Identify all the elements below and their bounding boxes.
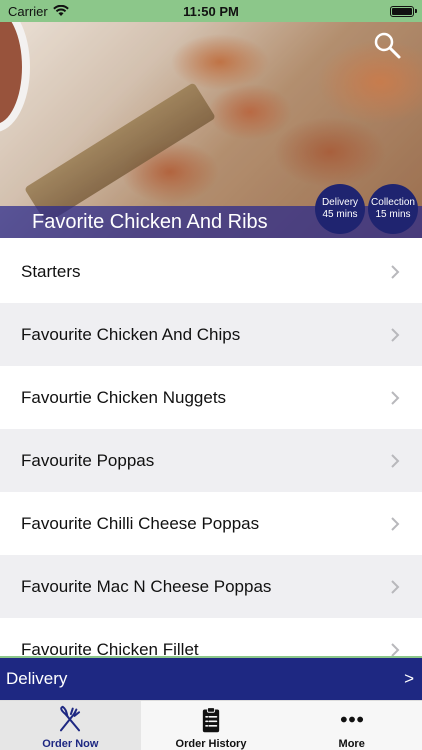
more-dots-icon: [340, 716, 363, 723]
chevron-right-icon: [391, 642, 400, 656]
chevron-right-icon: [391, 516, 400, 531]
menu-category-list: Starters Favourite Chicken And Chips Fav…: [0, 240, 422, 656]
clipboard-icon: [202, 707, 220, 733]
restaurant-hero-image: Favorite Chicken And Ribs Delivery 45 mi…: [0, 22, 422, 238]
menu-category-label: Favourtie Chicken Nuggets: [21, 387, 227, 407]
delivery-time-badge: Delivery 45 mins: [315, 184, 365, 234]
search-icon[interactable]: [372, 30, 402, 60]
chevron-right-icon: [391, 579, 400, 594]
menu-category-item[interactable]: Favourite Chicken And Chips: [0, 303, 422, 366]
menu-category-label: Favourite Chicken And Chips: [21, 324, 241, 344]
tab-more-label: More: [338, 738, 365, 750]
status-bar: Carrier 11:50 PM: [0, 0, 422, 22]
restaurant-name: Favorite Chicken And Ribs: [32, 210, 268, 233]
menu-category-item[interactable]: Favourite Poppas: [0, 429, 422, 492]
tab-order-now[interactable]: Order Now: [0, 701, 141, 750]
chevron-right-icon: [391, 264, 400, 279]
status-left: Carrier: [8, 4, 69, 19]
battery-icon: [390, 5, 417, 17]
delivery-mode-arrow: >: [404, 669, 414, 688]
menu-category-item[interactable]: Favourtie Chicken Nuggets: [0, 366, 422, 429]
delivery-mode-label: Delivery: [6, 669, 68, 688]
menu-category-label: Favourite Mac N Cheese Poppas: [21, 576, 272, 596]
menu-category-item[interactable]: Favourite Mac N Cheese Poppas: [0, 555, 422, 618]
delivery-badge-time: 45 mins: [322, 209, 358, 220]
menu-category-item[interactable]: Favourite Chicken Fillet: [0, 618, 422, 656]
delivery-mode-bar[interactable]: Delivery >: [0, 656, 422, 700]
menu-category-label: Favourite Chicken Fillet: [21, 639, 199, 657]
tab-bar: Order Now Order History More: [0, 700, 422, 750]
collection-badge-time: 15 mins: [375, 209, 411, 220]
collection-badge-label: Collection: [371, 197, 415, 208]
menu-category-label: Favourite Poppas: [21, 450, 155, 470]
tab-more[interactable]: More: [281, 701, 422, 750]
chevron-right-icon: [391, 327, 400, 342]
carrier-label: Carrier: [8, 3, 48, 19]
menu-category-label: Starters: [21, 261, 81, 281]
tab-order-now-label: Order Now: [42, 738, 99, 750]
collection-time-badge: Collection 15 mins: [368, 184, 418, 234]
menu-category-item[interactable]: Favourite Chilli Cheese Poppas: [0, 492, 422, 555]
delivery-badge-label: Delivery: [321, 197, 359, 208]
chevron-right-icon: [391, 453, 400, 468]
tab-order-history-label: Order History: [175, 738, 247, 750]
menu-category-item[interactable]: Starters: [0, 240, 422, 303]
chevron-right-icon: [391, 390, 400, 405]
tab-order-history[interactable]: Order History: [141, 701, 282, 750]
wifi-icon: [52, 5, 69, 16]
fork-knife-icon: [60, 705, 81, 732]
menu-category-label: Favourite Chilli Cheese Poppas: [21, 513, 260, 533]
